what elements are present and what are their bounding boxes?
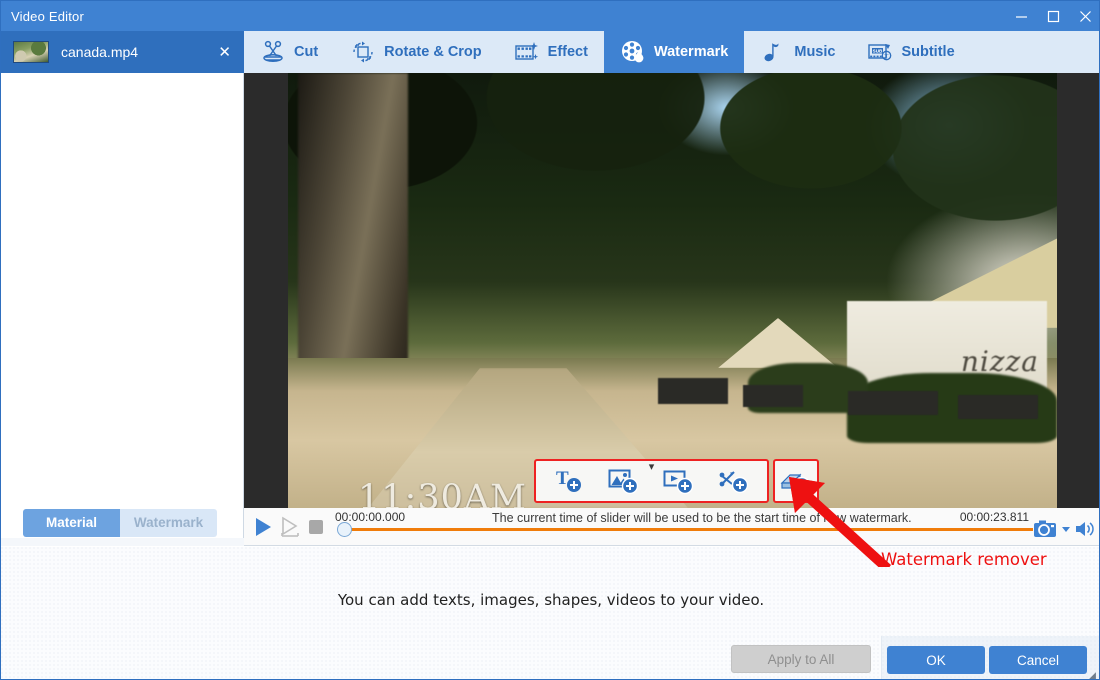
image-plus-icon — [608, 469, 639, 495]
stop-button[interactable] — [308, 519, 324, 540]
scissors-icon — [263, 40, 283, 62]
shape-plus-icon — [719, 471, 748, 494]
tab-cut[interactable]: Cut — [244, 31, 334, 73]
tab-watermark[interactable]: Watermark — [603, 31, 745, 73]
subtab-material[interactable]: Material — [23, 508, 120, 537]
maximize-button[interactable] — [1037, 1, 1069, 31]
watermark-add-toolbar: ▾ T — [534, 459, 769, 503]
rotate-crop-icon — [353, 41, 373, 63]
video-thumbnail — [13, 41, 49, 63]
video-preview[interactable]: nizza 11:30AM NIZZA GARD — [244, 73, 1099, 508]
tab-watermark-label: Watermark — [653, 44, 729, 60]
maximize-icon — [1047, 10, 1059, 22]
play-selection-icon — [281, 516, 299, 537]
window-title: Video Editor — [11, 8, 84, 24]
tab-music-label: Music — [794, 44, 836, 60]
tab-subtitle[interactable]: SUB T Subtitle — [851, 31, 970, 73]
video-editor-window: Video Editor canada.mp4 ✕ Cut Rotate & C… — [0, 0, 1100, 680]
music-note-icon — [764, 43, 779, 62]
chevron-down-icon[interactable] — [1061, 524, 1071, 534]
total-time: 00:00:23.811 — [959, 510, 1029, 524]
bench-1 — [658, 378, 728, 404]
file-tab-canada[interactable]: canada.mp4 ✕ — [1, 31, 244, 73]
text-plus-icon: T — [556, 468, 582, 492]
tab-strip: canada.mp4 ✕ Cut Rotate & Crop Effect Wa… — [1, 31, 1099, 73]
svg-text:T: T — [885, 53, 889, 59]
bench-4 — [958, 395, 1038, 419]
apply-to-all-button[interactable]: Apply to All — [731, 645, 871, 673]
awning-left — [718, 318, 838, 368]
minimize-icon — [1015, 15, 1027, 18]
tab-rotate-crop[interactable]: Rotate & Crop — [334, 31, 497, 73]
material-panel[interactable] — [1, 73, 244, 507]
video-watermark-time: 11:30AM — [358, 478, 527, 508]
volume-icon[interactable] — [1075, 520, 1095, 538]
file-tab-close-icon[interactable]: ✕ — [218, 45, 231, 60]
file-tab-label: canada.mp4 — [61, 44, 139, 60]
tab-effect[interactable]: Effect — [498, 31, 604, 73]
minimize-button[interactable] — [1005, 1, 1037, 31]
play-selection-button[interactable] — [279, 516, 303, 543]
transport-bar: 00:00:00.000 The current time of slider … — [244, 508, 1099, 546]
svg-text:SUB: SUB — [873, 48, 883, 53]
tab-subtitle-label: Subtitle — [901, 44, 955, 60]
svg-text:T: T — [556, 468, 569, 489]
bench-2 — [743, 385, 803, 407]
editor-nav-tabs: Cut Rotate & Crop Effect Watermark Music… — [244, 31, 971, 73]
material-watermark-subtabs: Material Watermark — [1, 507, 244, 538]
play-button[interactable] — [252, 516, 274, 543]
subtab-watermark[interactable]: Watermark — [120, 508, 217, 537]
bench-3 — [848, 391, 938, 415]
add-video-watermark-button[interactable] — [657, 464, 701, 498]
watermark-film-drop-icon — [621, 41, 644, 63]
close-button[interactable] — [1069, 1, 1099, 31]
cancel-button[interactable]: Cancel — [989, 646, 1087, 674]
add-text-watermark-button[interactable]: T — [547, 464, 591, 498]
video-plus-icon — [663, 470, 694, 495]
timeline-slider-handle[interactable] — [337, 522, 352, 537]
add-image-watermark-button[interactable] — [602, 464, 646, 498]
play-icon — [256, 518, 271, 536]
annotation-label: Watermark remover — [881, 550, 1047, 569]
tab-cut-label: Cut — [294, 44, 319, 60]
subtitle-icon: SUB T — [868, 44, 892, 61]
tab-effect-label: Effect — [547, 44, 588, 60]
window-controls — [1005, 1, 1099, 31]
stop-icon — [309, 520, 323, 534]
timeline-track[interactable] — [343, 528, 1033, 531]
snapshot-controls — [1033, 519, 1095, 539]
tab-rotate-crop-label: Rotate & Crop — [384, 44, 482, 60]
chevron-down-icon[interactable]: ▾ — [649, 462, 655, 473]
resize-grip[interactable]: ◢ — [1089, 670, 1099, 679]
title-bar: Video Editor — [1, 1, 1099, 31]
add-watermark-hint: You can add texts, images, shapes, video… — [337, 591, 765, 609]
camera-icon[interactable] — [1033, 519, 1057, 539]
close-icon — [1079, 10, 1091, 22]
ok-button[interactable]: OK — [887, 646, 985, 674]
video-frame: nizza 11:30AM NIZZA GARD — [288, 73, 1057, 508]
add-shape-watermark-button[interactable] — [712, 464, 756, 498]
tab-music[interactable]: Music — [744, 31, 851, 73]
film-sparkle-icon — [514, 42, 538, 60]
